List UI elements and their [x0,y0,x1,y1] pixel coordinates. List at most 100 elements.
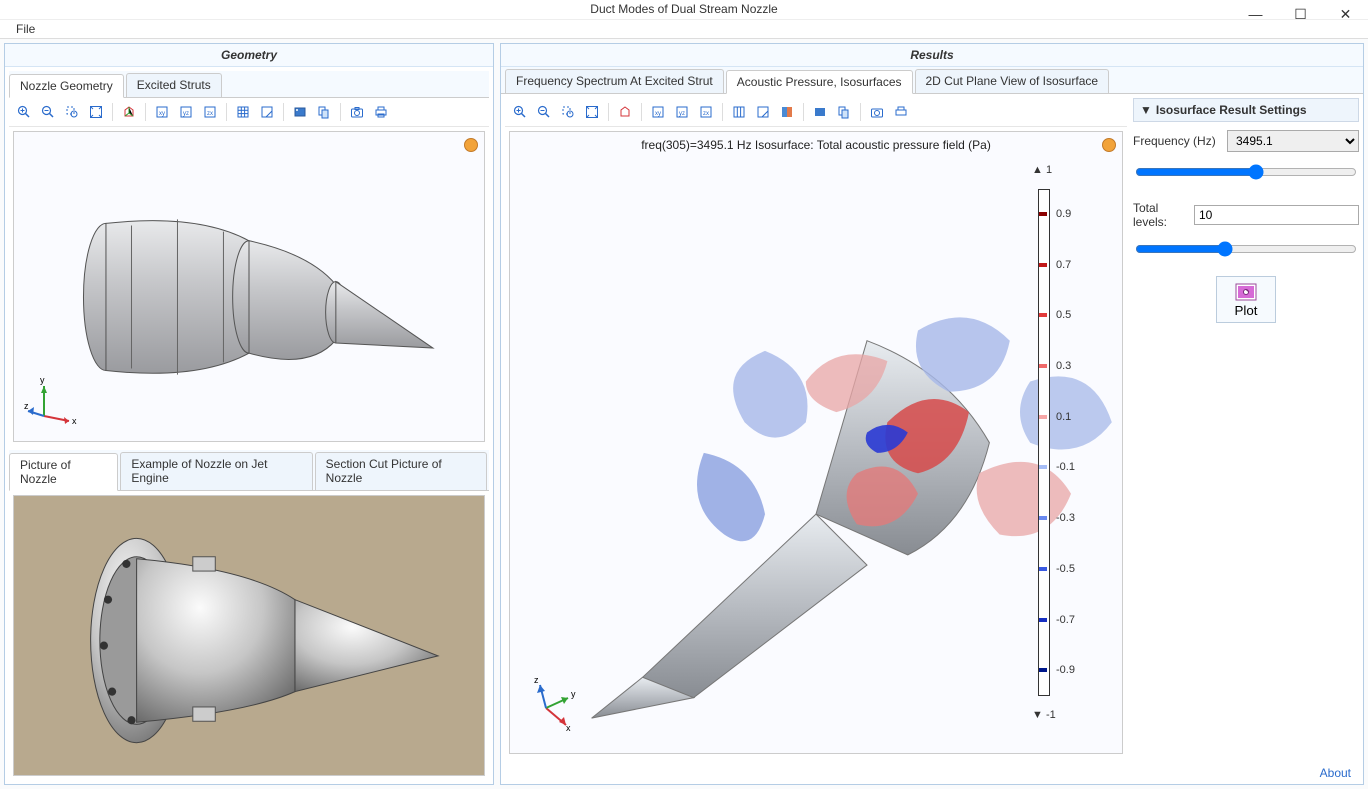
zoom-out-icon[interactable] [37,101,59,123]
picture-tabs: Picture of Nozzle Example of Nozzle on J… [9,450,489,491]
levels-input[interactable] [1194,205,1359,225]
picture-viewport[interactable] [13,495,485,776]
settings-column: ▼ Isosurface Result Settings Frequency (… [1133,98,1359,758]
levels-slider[interactable] [1135,241,1357,257]
view-xy-icon[interactable]: xy [151,101,173,123]
print-icon[interactable] [370,101,392,123]
colorbar-tick [1039,668,1047,672]
colorbar-label: -0.5 [1056,563,1075,575]
menubar: File [0,20,1368,39]
frequency-label: Frequency (Hz) [1133,134,1223,148]
svg-text:z: z [24,401,29,411]
results-header: Results [501,44,1363,67]
colorbar-tick [1039,465,1047,469]
minimize-button[interactable]: — [1233,0,1278,28]
colorbar-label: 0.1 [1056,411,1071,423]
tab-2d-cut-plane[interactable]: 2D Cut Plane View of Isosurface [915,69,1110,93]
colorbar-tick [1039,415,1047,419]
close-button[interactable]: ✕ [1323,0,1368,28]
colorbar-tick [1039,567,1047,571]
colorbar-label: 0.7 [1056,259,1071,271]
colorbar-label: -0.9 [1056,664,1075,676]
svg-text:zx: zx [207,111,213,117]
footer: About [501,762,1363,784]
svg-text:y: y [40,375,45,385]
settings-header[interactable]: ▼ Isosurface Result Settings [1133,98,1359,122]
tab-excited-struts[interactable]: Excited Struts [126,73,222,97]
svg-text:xy: xy [655,111,661,117]
view-yz-icon[interactable]: yz [671,101,693,123]
colorbar: ▲ 1 ▼ -1 0.90.70.50.30.1-0.1-0.3-0.5-0.7… [1038,164,1098,721]
main-layout: Geometry Nozzle Geometry Excited Struts … [0,39,1368,789]
zoom-in-icon[interactable] [13,101,35,123]
toggle-grid-icon[interactable] [232,101,254,123]
view-default-icon[interactable] [614,101,636,123]
view-xy-icon[interactable]: xy [647,101,669,123]
colorbar-label: -0.3 [1056,512,1075,524]
geometry-top-subpanel: Nozzle Geometry Excited Struts xy yz zx [9,71,489,447]
zoom-extents-icon[interactable] [85,101,107,123]
colorbar-max: ▲ 1 [1032,164,1052,176]
orthographic-icon[interactable] [776,101,798,123]
toggle-transparency-icon[interactable] [256,101,278,123]
select-icon[interactable] [313,101,335,123]
view-zx-icon[interactable]: zx [199,101,221,123]
zoom-extents-icon[interactable] [581,101,603,123]
view-zx-icon[interactable]: zx [695,101,717,123]
colorbar-tick [1039,212,1047,216]
plot-column: xy yz zx freq(305)=3495.1 Hz [505,98,1127,758]
select-icon[interactable] [833,101,855,123]
zoom-box-icon[interactable] [61,101,83,123]
maximize-button[interactable]: ☐ [1278,0,1323,28]
collapse-icon: ▼ [1140,103,1152,117]
geometry-viewport[interactable]: x y z [13,131,485,443]
viewport-badge-icon [464,138,478,152]
tab-picture-nozzle[interactable]: Picture of Nozzle [9,453,118,491]
tab-section-cut[interactable]: Section Cut Picture of Nozzle [315,452,487,490]
tab-nozzle-geometry[interactable]: Nozzle Geometry [9,74,124,98]
print-icon[interactable] [890,101,912,123]
window-title: Duct Modes of Dual Stream Nozzle [0,2,1368,16]
picture-subpanel: Picture of Nozzle Example of Nozzle on J… [9,450,489,780]
svg-text:yz: yz [679,111,685,117]
results-tabs: Frequency Spectrum At Excited Strut Acou… [501,67,1363,94]
plot-button-label: Plot [1235,303,1258,318]
svg-text:y: y [571,689,576,699]
svg-text:x: x [72,416,77,426]
colorbar-label: -0.7 [1056,614,1075,626]
geometry-header: Geometry [5,44,493,67]
titlebar: Duct Modes of Dual Stream Nozzle — ☐ ✕ [0,0,1368,20]
levels-label: Total levels: [1133,201,1190,229]
scene-light-icon[interactable] [289,101,311,123]
zoom-box-icon[interactable] [557,101,579,123]
frequency-select[interactable]: 3495.1 [1227,130,1359,152]
snapshot-icon[interactable] [346,101,368,123]
snapshot-icon[interactable] [866,101,888,123]
colorbar-tick [1039,618,1047,622]
toggle-grid-icon[interactable] [728,101,750,123]
svg-text:zx: zx [703,111,709,117]
colorbar-tick [1039,313,1047,317]
zoom-out-icon[interactable] [533,101,555,123]
toggle-transparency-icon[interactable] [752,101,774,123]
frequency-slider[interactable] [1135,164,1357,180]
svg-text:z: z [534,675,539,685]
results-toolbar: xy yz zx [505,98,1127,127]
tab-example-jet[interactable]: Example of Nozzle on Jet Engine [120,452,312,490]
geometry-panel: Geometry Nozzle Geometry Excited Struts … [4,43,494,785]
scene-light-icon[interactable] [809,101,831,123]
results-viewport[interactable]: freq(305)=3495.1 Hz Isosurface: Total ac… [509,131,1123,754]
tab-frequency-spectrum[interactable]: Frequency Spectrum At Excited Strut [505,69,724,93]
view-yz-icon[interactable]: yz [175,101,197,123]
menu-file[interactable]: File [8,20,43,38]
svg-text:xy: xy [159,111,165,117]
svg-text:yz: yz [183,111,189,117]
colorbar-tick [1039,516,1047,520]
colorbar-tick [1039,263,1047,267]
view-default-icon[interactable] [118,101,140,123]
colorbar-label: -0.1 [1056,461,1075,473]
zoom-in-icon[interactable] [509,101,531,123]
plot-button[interactable]: Plot [1216,276,1277,323]
about-link[interactable]: About [1320,766,1351,780]
tab-acoustic-pressure[interactable]: Acoustic Pressure, Isosurfaces [726,70,913,94]
